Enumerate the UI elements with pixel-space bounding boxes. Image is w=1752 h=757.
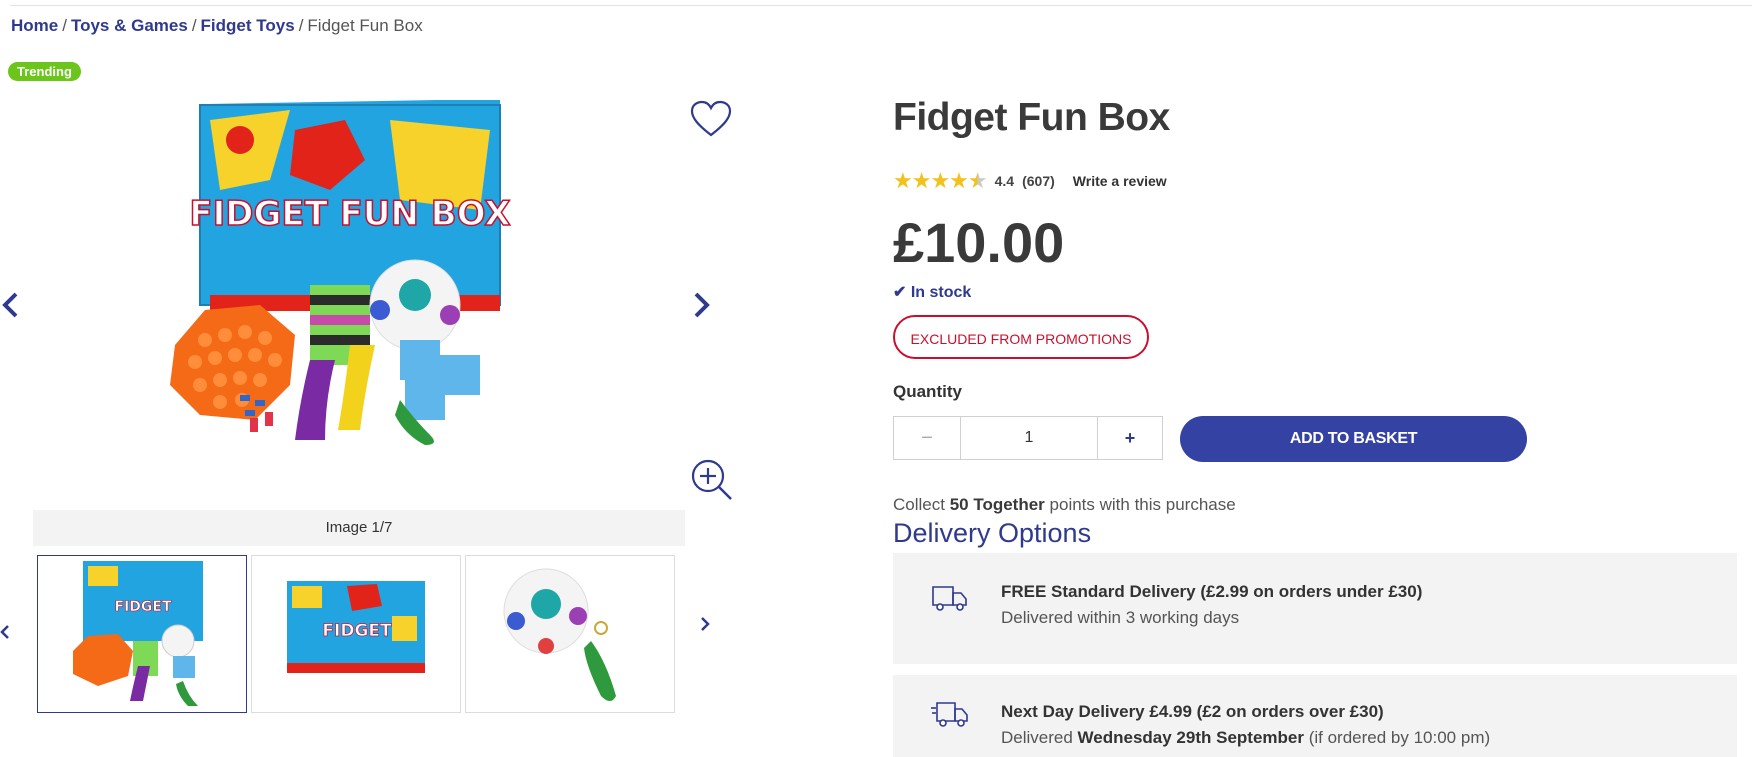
thumbnail-prev-arrow-icon[interactable] <box>0 624 10 640</box>
product-title: Fidget Fun Box <box>893 96 1170 139</box>
product-main-image[interactable]: FIDGET FUN BOX <box>150 100 550 500</box>
breadcrumb-fidget-toys[interactable]: Fidget Toys <box>201 16 295 35</box>
delivery-option-standard: FREE Standard Delivery (£2.99 on orders … <box>893 553 1737 664</box>
breadcrumb-toys-games[interactable]: Toys & Games <box>71 16 188 35</box>
top-divider <box>10 5 1752 6</box>
box-title-text: FIDGET FUN BOX <box>189 194 510 234</box>
thumbnail-3[interactable] <box>465 555 675 713</box>
excluded-promotions-badge: EXCLUDED FROM PROMOTIONS <box>893 315 1149 359</box>
write-review-link[interactable]: Write a review <box>1073 173 1167 189</box>
main-image-next-arrow-icon[interactable] <box>692 290 712 320</box>
wishlist-heart-icon[interactable] <box>690 100 732 138</box>
delivery-option-next-day: Next Day Delivery £4.99 (£2 on orders ov… <box>893 675 1737 757</box>
trending-badge: Trending <box>8 62 81 81</box>
main-image-prev-arrow-icon[interactable] <box>0 290 20 320</box>
quantity-increase-button[interactable]: + <box>1097 416 1163 460</box>
points-amount: 50 Together <box>949 495 1045 514</box>
points-suffix: points with this purchase <box>1049 495 1236 514</box>
rating-stars-icon: ★★★★★ <box>893 168 988 193</box>
thumbnail-1-image: FIDGET <box>73 561 203 706</box>
delivery-option-standard-title: FREE Standard Delivery (£2.99 on orders … <box>1001 582 1423 601</box>
delivery-options-heading: Delivery Options <box>893 518 1092 548</box>
delivery-option-next-day-title: Next Day Delivery £4.99 (£2 on orders ov… <box>1001 702 1384 721</box>
thumbnail-next-arrow-icon[interactable] <box>700 616 710 632</box>
review-count[interactable]: (607) <box>1022 173 1055 189</box>
thumbnail-1[interactable]: FIDGET <box>37 555 247 713</box>
breadcrumb-current: Fidget Fun Box <box>307 16 423 35</box>
breadcrumb: Home / Toys & Games / Fidget Toys / Fidget Fun… <box>11 16 423 35</box>
stock-status-label: In stock <box>910 284 972 301</box>
rating-row: ★★★★★ 4.4 (607) Write a review <box>893 168 1167 194</box>
thumbnail-2[interactable]: FIDGET <box>251 555 461 713</box>
breadcrumb-home[interactable]: Home <box>11 16 58 35</box>
quantity-input[interactable]: 1 <box>961 416 1097 460</box>
stock-status: ✔ In stock <box>893 282 971 302</box>
thumbnail-3-image <box>503 568 616 701</box>
zoom-icon[interactable] <box>690 458 734 502</box>
points-prefix: Collect <box>893 495 945 514</box>
delivery-option-standard-subtitle: Delivered within 3 working days <box>1001 608 1240 627</box>
checkmark-icon: ✔ <box>893 284 907 301</box>
rating-value: 4.4 <box>994 173 1015 189</box>
thumbnail-2-image: FIDGET <box>287 581 425 673</box>
points-message: Collect 50 Together points with this pur… <box>893 495 1236 515</box>
next-day-delivery-date: Wednesday 29th September <box>1077 728 1304 747</box>
next-day-sub-prefix: Delivered <box>1001 728 1073 747</box>
add-to-basket-button[interactable]: ADD TO BASKET <box>1180 416 1527 462</box>
quantity-stepper: − 1 + <box>893 416 1163 460</box>
delivery-option-next-day-subtitle: Delivered Wednesday 29th September (if o… <box>1001 728 1490 748</box>
fast-delivery-van-icon <box>931 702 968 727</box>
image-counter: Image 1/7 <box>33 510 685 546</box>
svg-text:FIDGET: FIDGET <box>115 599 172 615</box>
delivery-van-icon <box>932 586 967 611</box>
product-price: £10.00 <box>893 211 1065 274</box>
next-day-sub-suffix: (if ordered by 10:00 pm) <box>1308 728 1491 747</box>
quantity-decrease-button[interactable]: − <box>893 416 961 460</box>
svg-text:FIDGET: FIDGET <box>322 621 392 641</box>
quantity-label: Quantity <box>893 382 962 401</box>
